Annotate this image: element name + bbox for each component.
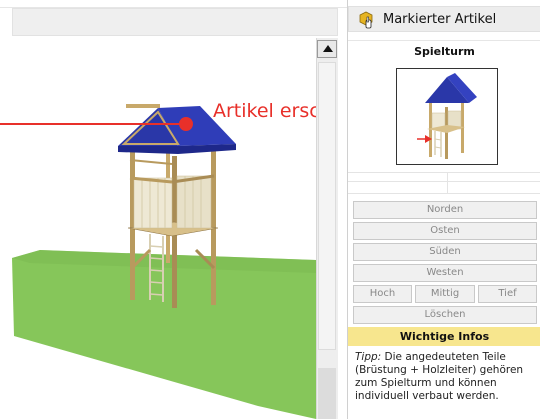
scroll-up-button[interactable]	[317, 40, 337, 58]
hint-dot	[179, 117, 193, 131]
product-thumbnail	[396, 68, 498, 165]
scroll-track[interactable]	[318, 368, 336, 419]
thumbnail-image	[417, 73, 477, 159]
panel-header: Markierter Artikel	[348, 6, 540, 32]
thumbnail-divider	[348, 172, 540, 182]
product-name: Spielturm	[348, 40, 540, 60]
thumbnail-vline	[447, 172, 448, 194]
panel-title: Markierter Artikel	[383, 12, 497, 27]
info-text: Tipp: Die angedeuteten Teile (Brüstung +…	[355, 351, 537, 403]
delete-button[interactable]: Löschen	[353, 306, 537, 324]
low-button[interactable]: Tief	[478, 285, 537, 303]
info-header: Wichtige Infos	[348, 327, 540, 346]
high-button[interactable]: Hoch	[353, 285, 412, 303]
3d-viewport[interactable]: Artikel erscheint hier	[0, 38, 316, 419]
hint-label: Artikel erscheint hier	[213, 100, 316, 122]
app-window: Artikel erscheint hier Markierter Artike…	[0, 0, 540, 419]
tip-label: Tipp:	[355, 351, 382, 363]
scroll-thumb[interactable]	[318, 62, 336, 350]
toolbar-field[interactable]	[12, 8, 338, 36]
tip-body: Die angedeuteten Teile (Brüstung + Holzl…	[355, 351, 524, 402]
thumbnail-divider-2	[348, 186, 540, 194]
west-button[interactable]: Westen	[353, 264, 537, 282]
selected-item-hand-icon	[359, 11, 373, 29]
vertical-scrollbar[interactable]	[316, 38, 338, 419]
south-button[interactable]: Süden	[353, 243, 537, 261]
side-panel: Markierter Artikel Spielturm Norden Oste…	[347, 0, 540, 419]
east-button[interactable]: Osten	[353, 222, 537, 240]
arrow-up-icon	[323, 45, 333, 52]
north-button[interactable]: Norden	[353, 201, 537, 219]
center-button[interactable]: Mittig	[415, 285, 475, 303]
scene-canvas	[0, 104, 316, 419]
